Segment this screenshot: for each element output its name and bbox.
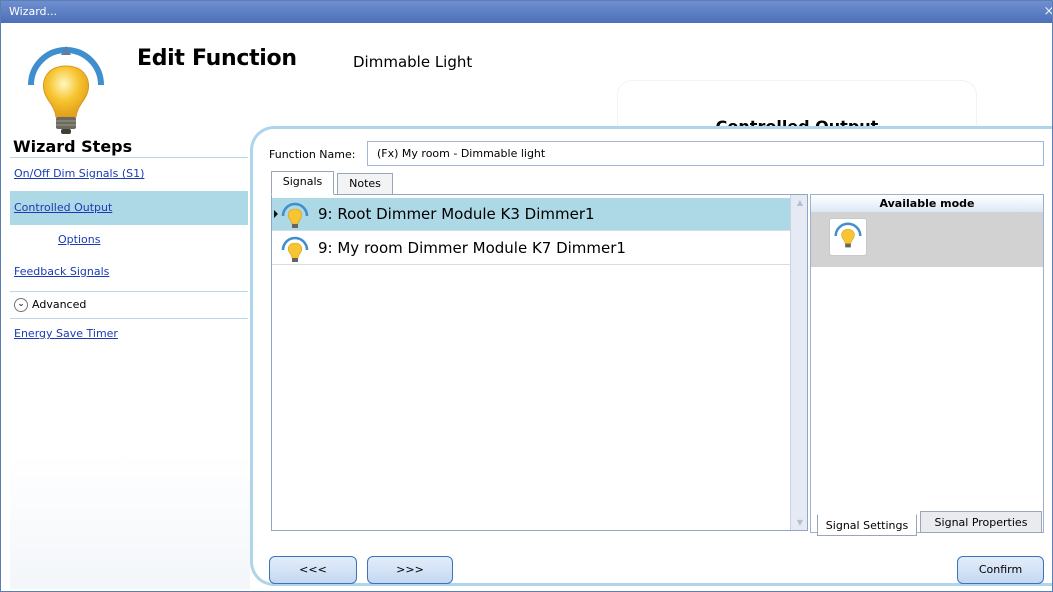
row-pointer-icon (274, 210, 278, 218)
step-options[interactable]: Options (10, 223, 248, 257)
step-energy-save-timer[interactable]: Energy Save Timer (10, 319, 248, 349)
signals-list: 9: Root Dimmer Module K3 Dimmer1 9: My r… (271, 194, 808, 531)
function-name-label: Function Name: (269, 148, 356, 161)
mode-item[interactable] (811, 212, 1043, 267)
advanced-label: Advanced (32, 298, 87, 311)
tab-notes[interactable]: Notes (337, 173, 393, 195)
available-mode-panel: Available mode (810, 194, 1044, 533)
dimmer-bulb-icon (281, 236, 309, 262)
tab-signal-settings[interactable]: Signal Settings (817, 514, 917, 536)
step-link[interactable]: Feedback Signals (14, 265, 109, 278)
vertical-scrollbar[interactable]: ▲ ▼ (790, 195, 807, 530)
step-link[interactable]: Options (58, 233, 100, 246)
dimmer-bulb-icon (28, 46, 104, 134)
window-title: Wizard... (9, 5, 58, 18)
scroll-down-icon[interactable]: ▼ (794, 517, 806, 529)
confirm-button[interactable]: Confirm (957, 556, 1044, 584)
step-controlled-output[interactable]: Controlled Output (10, 191, 248, 225)
close-icon[interactable]: × (1042, 1, 1052, 23)
step-link[interactable]: On/Off Dim Signals (S1) (14, 167, 144, 180)
tab-signal-properties[interactable]: Signal Properties (920, 511, 1042, 533)
step-feedback-signals[interactable]: Feedback Signals (10, 255, 248, 289)
advanced-toggle[interactable]: ⌄ Advanced (14, 297, 86, 313)
function-name-input[interactable]: (Fx) My room - Dimmable light (367, 141, 1044, 166)
wizard-window: Wizard... × Edit Function Dimmable Light… (0, 0, 1053, 592)
step-on-off-dim-signals[interactable]: On/Off Dim Signals (S1) (10, 157, 248, 191)
signal-name: 9: My room Dimmer Module K7 Dimmer1 (318, 239, 626, 257)
title-bar: Wizard... × (1, 1, 1052, 23)
page-subtitle: Dimmable Light (353, 53, 473, 71)
signal-name: 9: Root Dimmer Module K3 Dimmer1 (318, 205, 595, 223)
list-item[interactable]: 9: Root Dimmer Module K3 Dimmer1 (272, 198, 790, 231)
dimmer-bulb-icon (281, 202, 309, 228)
tab-signals[interactable]: Signals (271, 171, 334, 195)
step-link[interactable]: Energy Save Timer (14, 327, 118, 340)
header: Edit Function Dimmable Light Controlled … (10, 23, 1048, 141)
forward-button[interactable]: >>> (367, 556, 453, 584)
page-title: Edit Function (137, 46, 297, 71)
dimmer-bulb-icon[interactable] (829, 218, 867, 256)
chevron-down-icon[interactable]: ⌄ (14, 298, 28, 312)
available-mode-header: Available mode (811, 195, 1043, 212)
scroll-up-icon[interactable]: ▲ (794, 197, 806, 209)
divider (10, 291, 248, 292)
wizard-steps-panel: Wizard Steps On/Off Dim Signals (S1) Con… (10, 137, 250, 589)
back-button[interactable]: <<< (269, 556, 357, 584)
step-link[interactable]: Controlled Output (14, 201, 112, 214)
list-item[interactable]: 9: My room Dimmer Module K7 Dimmer1 (272, 232, 790, 265)
wizard-steps-title: Wizard Steps (13, 137, 133, 156)
